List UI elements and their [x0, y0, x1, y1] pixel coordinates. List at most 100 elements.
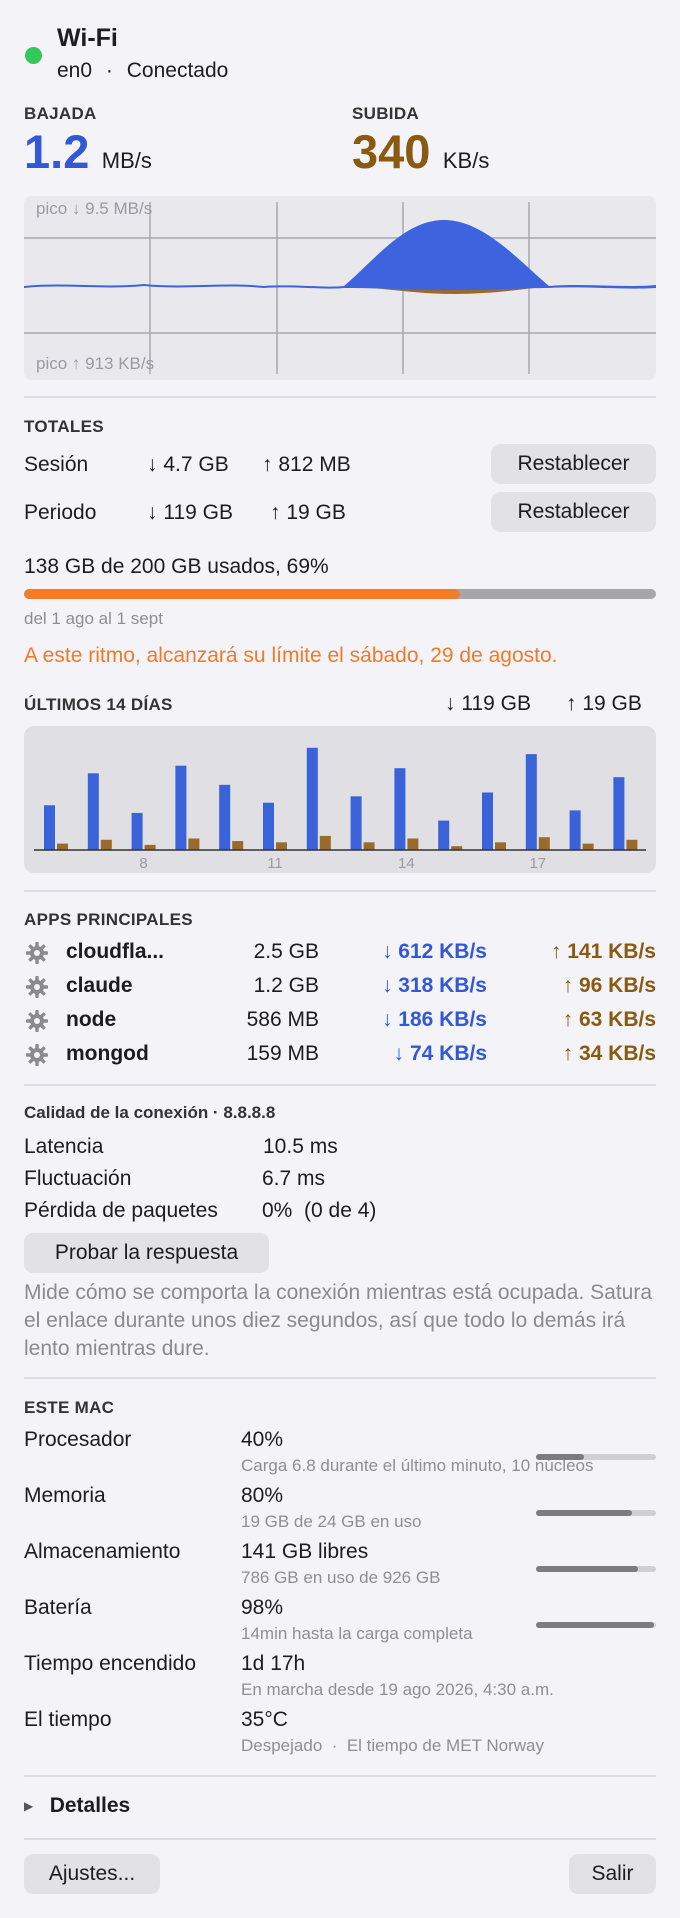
- test-responsiveness-button[interactable]: Probar la respuesta: [24, 1233, 269, 1273]
- x-tick-label: 14: [398, 855, 415, 872]
- app-name: claude: [66, 974, 133, 997]
- test-description: Mide cómo se comporta la conexión mientr…: [24, 1281, 653, 1360]
- app-total: 159 MB: [246, 1042, 319, 1065]
- billing-period: del 1 ago al 1 sept: [24, 609, 163, 628]
- x-tick-label: 11: [267, 855, 283, 872]
- traffic-graph-svg: [24, 202, 656, 374]
- mac-row-value: 40%: [241, 1428, 284, 1451]
- separator: [24, 1775, 656, 1777]
- mac-row-detail: En marcha desde 19 ago 2026, 4:30 a.m.: [241, 1680, 554, 1699]
- reset-session-button[interactable]: Restablecer: [491, 444, 656, 484]
- separator: [24, 890, 656, 892]
- details-disclosure[interactable]: ▶ Detalles: [24, 1794, 130, 1818]
- download-label: BAJADA: [24, 104, 97, 123]
- app-down-rate: ↓ 612 KB/s: [381, 940, 487, 963]
- app-row: mongod 159 MB ↓ 74 KB/s ↑ 34 KB/s: [0, 1040, 680, 1070]
- latency-label: Latencia: [24, 1135, 104, 1158]
- usage-meter-fill: [536, 1622, 654, 1628]
- mac-row-detail: 19 GB de 24 GB en uso: [241, 1512, 422, 1531]
- x-tick-label: 8: [139, 855, 147, 872]
- separator: [24, 396, 656, 398]
- usage-meter: [536, 1510, 656, 1516]
- peak-upload: pico ↑ 913 KB/s: [36, 354, 155, 373]
- reset-period-button[interactable]: Restablecer: [491, 492, 656, 532]
- details-label: Detalles: [49, 1794, 131, 1817]
- packet-loss-label: Pérdida de paquetes: [24, 1199, 218, 1222]
- download-bar: [306, 747, 318, 850]
- download-area: [24, 220, 656, 290]
- gear-icon: [25, 975, 49, 1004]
- apps-section-title: APPS PRINCIPALES: [24, 910, 193, 929]
- quit-button[interactable]: Salir: [569, 1854, 656, 1894]
- session-down: ↓ 4.7 GB: [147, 453, 229, 476]
- download-value: 1.2: [24, 125, 90, 178]
- period-down: ↓ 119 GB: [147, 501, 233, 524]
- upload-label: SUBIDA: [352, 104, 419, 123]
- app-name: node: [66, 1008, 117, 1031]
- app-total: 2.5 GB: [253, 940, 319, 963]
- download-bar: [219, 784, 231, 850]
- app-name: mongod: [66, 1042, 149, 1065]
- download-bar: [175, 765, 187, 850]
- mac-row-value: 1d 17h: [241, 1652, 306, 1675]
- history-chart-svg: 811141720: [34, 747, 678, 872]
- separator-dot: ·: [105, 59, 113, 82]
- upload-unit: KB/s: [442, 148, 490, 173]
- limit-warning: A este ritmo, alcanzará su límite el sáb…: [24, 644, 558, 667]
- interface-name: en0: [57, 59, 93, 82]
- settings-button[interactable]: Ajustes...: [24, 1854, 160, 1894]
- usage-meter-fill: [536, 1566, 638, 1572]
- mac-section-title: ESTE MAC: [24, 1398, 115, 1417]
- download-bar: [263, 802, 274, 850]
- separator: [24, 1838, 656, 1840]
- app-row: cloudfla... 2.5 GB ↓ 612 KB/s ↑ 141 KB/s: [0, 938, 680, 968]
- history-section-title: ÚLTIMOS 14 DÍAS: [24, 695, 173, 714]
- usage-bar-fill: [24, 589, 461, 599]
- upload-bar: [582, 843, 594, 850]
- app-up-rate: ↑ 63 KB/s: [562, 1008, 656, 1031]
- download-bar: [394, 768, 406, 850]
- upload-bar: [538, 837, 550, 850]
- mac-row-detail: 14min hasta la carga completa: [241, 1624, 473, 1643]
- quality-section-title: Calidad de la conexión · 8.8.8.8: [24, 1103, 276, 1122]
- mac-row-value: 35°C: [241, 1708, 288, 1731]
- download-rate: 1.2 MB/s: [24, 124, 152, 179]
- mac-row-label: Almacenamiento: [24, 1540, 181, 1563]
- totals-section-title: TOTALES: [24, 417, 104, 436]
- mac-row-label: Tiempo encendido: [24, 1652, 196, 1675]
- mac-row-detail: Despejado · El tiempo de MET Norway: [241, 1736, 544, 1755]
- jitter-label: Fluctuación: [24, 1167, 132, 1190]
- peak-download: pico ↓ 9.5 MB/s: [36, 199, 153, 218]
- download-bar: [613, 777, 625, 850]
- download-bar: [482, 792, 493, 850]
- upload-bar: [363, 842, 375, 850]
- app-row: node 586 MB ↓ 186 KB/s ↑ 63 KB/s: [0, 1006, 680, 1036]
- separator: [24, 1084, 656, 1086]
- app-total: 1.2 GB: [253, 974, 319, 997]
- status-dot: [25, 47, 42, 64]
- connection-status: Conectado: [126, 59, 229, 82]
- upload-bar: [232, 841, 244, 850]
- period-up: ↑ 19 GB: [270, 501, 346, 524]
- usage-meter: [536, 1454, 656, 1460]
- upload-bar: [100, 839, 112, 850]
- download-bar: [87, 773, 99, 850]
- usage-meter-fill: [536, 1510, 632, 1516]
- history-total-up: ↑ 19 GB: [566, 692, 642, 715]
- period-label: Periodo: [24, 501, 97, 524]
- app-down-rate: ↓ 186 KB/s: [381, 1008, 487, 1031]
- upload-bar: [319, 835, 331, 850]
- app-down-rate: ↓ 318 KB/s: [381, 974, 487, 997]
- upload-bar: [626, 839, 638, 850]
- upload-rate: 340 KB/s: [352, 124, 489, 179]
- upload-bar: [57, 843, 68, 850]
- app-total: 586 MB: [246, 1008, 319, 1031]
- history-chart: 811141720: [24, 726, 678, 873]
- download-bar: [438, 820, 450, 850]
- usage-text: 138 GB de 200 GB usados, 69%: [24, 555, 329, 578]
- mac-row-value: 80%: [241, 1484, 284, 1507]
- mac-row-label: El tiempo: [24, 1708, 112, 1731]
- usage-bar: [24, 589, 656, 599]
- interface-status: en0 · Conectado: [57, 59, 228, 83]
- window-title: Wi-Fi: [57, 24, 118, 52]
